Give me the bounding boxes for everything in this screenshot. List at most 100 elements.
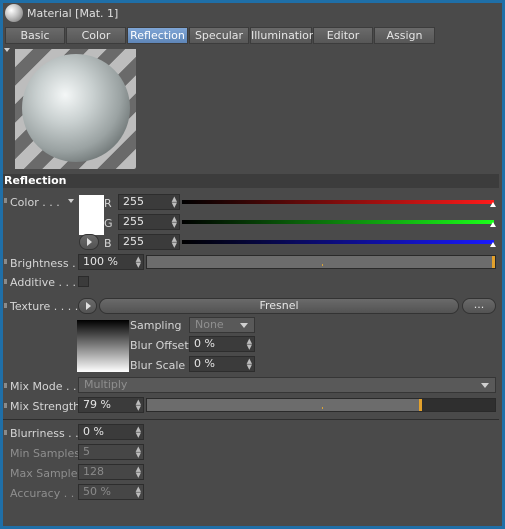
texture-name-button[interactable]: Fresnel bbox=[99, 298, 459, 314]
red-slider[interactable] bbox=[182, 200, 494, 204]
red-slider-handle[interactable] bbox=[490, 202, 496, 207]
spinner-icon: ▲ ▼ bbox=[135, 445, 141, 459]
material-window: Material [Mat. 1] Basic Color Reflection… bbox=[3, 3, 502, 526]
play-icon bbox=[87, 238, 92, 246]
spinner-icon[interactable]: ▲ ▼ bbox=[247, 338, 252, 351]
material-preview[interactable] bbox=[15, 49, 136, 169]
tab-color[interactable]: Color bbox=[66, 27, 126, 44]
animation-dot-icon[interactable] bbox=[4, 198, 7, 203]
additive-label: Additive . . . bbox=[10, 276, 76, 289]
max-samples-label: Max Samples bbox=[10, 467, 84, 480]
spinner-icon: ▲ ▼ bbox=[135, 485, 141, 499]
b-label: B bbox=[104, 237, 112, 250]
texture-preview[interactable] bbox=[77, 320, 129, 372]
accuracy-field: 50 % ▲ ▼ bbox=[78, 484, 144, 500]
sampling-value: None bbox=[195, 318, 224, 331]
spinner-icon[interactable]: ▲ ▼ bbox=[136, 426, 141, 439]
texture-menu-button[interactable] bbox=[78, 298, 97, 314]
accuracy-label: Accuracy . . . bbox=[10, 487, 82, 500]
brightness-field[interactable]: 100 % ▲ ▼ bbox=[78, 254, 144, 270]
title-bar: Material [Mat. 1] bbox=[3, 3, 502, 25]
sampling-dropdown[interactable]: None bbox=[189, 317, 255, 333]
tab-reflection[interactable]: Reflection bbox=[127, 27, 188, 44]
mix-strength-slider[interactable] bbox=[146, 398, 496, 412]
g-value-field[interactable]: 255 ▲ ▼ bbox=[118, 214, 180, 230]
min-samples-field: 5 ▲ ▼ bbox=[78, 444, 144, 460]
mix-mode-value: Multiply bbox=[84, 378, 128, 391]
spinner-icon[interactable]: ▲ ▼ bbox=[247, 358, 252, 371]
texture-label: Texture . . . . bbox=[10, 300, 79, 313]
r-value-field[interactable]: 255 ▲ ▼ bbox=[118, 194, 180, 210]
divider bbox=[3, 419, 499, 420]
blur-offset-field[interactable]: 0 % ▲ ▼ bbox=[189, 336, 255, 352]
tab-illumination[interactable]: Illumination bbox=[250, 27, 316, 44]
animation-dot-icon[interactable] bbox=[4, 279, 7, 284]
section-title: Reflection bbox=[3, 174, 499, 188]
spinner-icon[interactable]: ▲ ▼ bbox=[172, 216, 177, 229]
mix-strength-slider-handle[interactable] bbox=[419, 399, 422, 411]
spinner-icon[interactable]: ▲ ▼ bbox=[136, 399, 141, 412]
animation-dot-icon[interactable] bbox=[4, 403, 7, 408]
brightness-slider[interactable] bbox=[146, 255, 496, 269]
g-value: 255 bbox=[123, 215, 144, 228]
texture-more-button[interactable]: ... bbox=[462, 298, 496, 314]
blurriness-label: Blurriness . . . bbox=[10, 427, 86, 440]
green-slider[interactable] bbox=[182, 220, 494, 224]
mix-mode-dropdown[interactable]: Multiply bbox=[78, 377, 496, 393]
sampling-label: Sampling bbox=[130, 319, 182, 332]
play-icon bbox=[86, 302, 91, 310]
spinner-icon[interactable]: ▲ ▼ bbox=[172, 196, 177, 209]
b-value-field[interactable]: 255 ▲ ▼ bbox=[118, 234, 180, 250]
color-swatch[interactable] bbox=[79, 195, 104, 235]
mix-strength-label: Mix Strength bbox=[10, 400, 81, 413]
spinner-icon: ▲ ▼ bbox=[135, 465, 141, 479]
tab-specular[interactable]: Specular bbox=[189, 27, 249, 44]
window-title: Material [Mat. 1] bbox=[27, 7, 119, 20]
r-value: 255 bbox=[123, 195, 144, 208]
mix-mode-label: Mix Mode . . . bbox=[10, 380, 84, 393]
material-sphere-icon bbox=[5, 4, 23, 22]
brightness-slider-handle[interactable] bbox=[492, 256, 495, 268]
mix-strength-field[interactable]: 79 % ▲ ▼ bbox=[78, 397, 144, 413]
animation-dot-icon[interactable] bbox=[4, 383, 7, 388]
blurriness-value: 0 % bbox=[83, 425, 104, 438]
min-samples-value: 5 bbox=[83, 445, 90, 458]
additive-checkbox[interactable] bbox=[78, 276, 89, 287]
animation-dot-icon[interactable] bbox=[4, 259, 7, 264]
tab-assign[interactable]: Assign bbox=[374, 27, 435, 44]
spinner-icon[interactable]: ▲ ▼ bbox=[136, 256, 141, 269]
color-label: Color . . . bbox=[10, 196, 60, 209]
mix-strength-value: 79 % bbox=[83, 398, 111, 411]
color-picker-button[interactable] bbox=[79, 234, 99, 250]
max-samples-value: 128 bbox=[83, 465, 104, 478]
tab-basic[interactable]: Basic bbox=[5, 27, 65, 44]
blur-scale-label: Blur Scale bbox=[130, 359, 186, 372]
g-label: G bbox=[104, 217, 113, 230]
blue-slider-handle[interactable] bbox=[490, 242, 496, 247]
mix-strength-slider-fill bbox=[147, 399, 422, 411]
animation-dot-icon[interactable] bbox=[4, 430, 7, 435]
collapse-arrow-icon[interactable] bbox=[4, 48, 10, 52]
chevron-down-icon bbox=[240, 323, 248, 328]
r-label: R bbox=[104, 197, 112, 210]
slider-tick bbox=[322, 264, 323, 266]
b-value: 255 bbox=[123, 235, 144, 248]
blur-scale-field[interactable]: 0 % ▲ ▼ bbox=[189, 356, 255, 372]
slider-tick bbox=[322, 407, 323, 409]
chevron-down-icon bbox=[481, 383, 489, 388]
blurriness-field[interactable]: 0 % ▲ ▼ bbox=[78, 424, 144, 440]
preview-sphere bbox=[22, 54, 130, 162]
max-samples-field: 128 ▲ ▼ bbox=[78, 464, 144, 480]
blur-offset-label: Blur Offset bbox=[130, 339, 189, 352]
accuracy-value: 50 % bbox=[83, 485, 111, 498]
spinner-icon[interactable]: ▲ ▼ bbox=[172, 236, 177, 249]
min-samples-label: Min Samples bbox=[10, 447, 80, 460]
green-slider-handle[interactable] bbox=[490, 222, 496, 227]
brightness-value: 100 % bbox=[83, 255, 118, 268]
brightness-slider-fill bbox=[147, 256, 495, 268]
blue-slider[interactable] bbox=[182, 240, 494, 244]
animation-dot-icon[interactable] bbox=[4, 303, 7, 308]
tab-editor[interactable]: Editor bbox=[313, 27, 373, 44]
blur-offset-value: 0 % bbox=[194, 337, 215, 350]
swatch-menu-arrow-icon[interactable] bbox=[68, 199, 74, 203]
